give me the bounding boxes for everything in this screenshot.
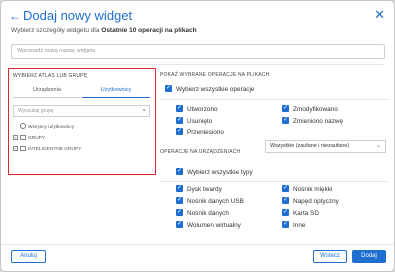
file-ops-heading: POKAŻ WYBRANE OPERACJE NA PLIKACH bbox=[160, 72, 270, 78]
operations-panel: POKAŻ WYBRANE OPERACJE NA PLIKACH ✓ Wybie… bbox=[160, 68, 388, 238]
type-virtual-checkbox[interactable]: ✓ Wolumen wirtualny bbox=[176, 221, 241, 230]
checkbox-checked-icon: ✓ bbox=[176, 128, 183, 135]
op-moved-checkbox[interactable]: ✓ Przeniesiono bbox=[176, 128, 224, 137]
tree-item-smart-groups[interactable]: + INTELIGENTNE GRUPY bbox=[13, 145, 81, 156]
select-all-types-checkbox[interactable]: ✓ Wybierz wszystkie typy bbox=[176, 168, 253, 177]
checkbox-checked-icon: ✓ bbox=[282, 209, 289, 216]
globe-icon bbox=[20, 123, 26, 130]
back-arrow-icon[interactable]: ← bbox=[9, 9, 21, 23]
checkbox-checked-icon: ✓ bbox=[176, 209, 183, 216]
close-icon[interactable]: ✕ bbox=[374, 7, 385, 22]
cancel-button[interactable]: Anuluj bbox=[11, 250, 46, 263]
tree-item-groups[interactable]: + GRUPY bbox=[13, 134, 81, 145]
checkbox-checked-icon: ✓ bbox=[282, 197, 289, 204]
device-trust-select[interactable]: Wszystkie (zaufane i niezaufane) ⌄ bbox=[265, 140, 386, 153]
tree-item-all-users[interactable]: Wszyscy użytkownicy bbox=[13, 123, 81, 134]
group-selector-heading: WYBIERZ ATLAS LUB GRUPĘ bbox=[13, 73, 88, 79]
type-other-checkbox[interactable]: ✓ Inne bbox=[282, 221, 305, 230]
divider bbox=[160, 181, 388, 182]
folder-icon bbox=[20, 145, 26, 151]
dialog-subtitle: Wybierz szczegóły widgetu dla Ostatnie 1… bbox=[11, 27, 197, 34]
checkbox-checked-icon: ✓ bbox=[176, 197, 183, 204]
checkbox-checked-icon: ✓ bbox=[282, 117, 289, 124]
op-created-checkbox[interactable]: ✓ Utworzono bbox=[176, 105, 218, 114]
folder-icon bbox=[20, 134, 26, 140]
divider bbox=[160, 99, 388, 100]
type-sd-checkbox[interactable]: ✓ Karta SD bbox=[282, 209, 319, 218]
checkbox-checked-icon: ✓ bbox=[282, 185, 289, 192]
op-renamed-checkbox[interactable]: ✓ Zmieniono nazwę bbox=[282, 117, 343, 126]
type-floppy-checkbox[interactable]: ✓ Nośnik miękki bbox=[282, 185, 332, 194]
checkbox-checked-icon: ✓ bbox=[176, 117, 183, 124]
back-button[interactable]: Wstecz bbox=[313, 250, 347, 263]
op-deleted-checkbox[interactable]: ✓ Usunięto bbox=[176, 117, 212, 126]
select-all-ops-checkbox[interactable]: ✓ Wybierz wszystkie operacje bbox=[165, 85, 254, 94]
checkbox-checked-icon: ✓ bbox=[282, 105, 289, 112]
tab-users[interactable]: Użytkownicy bbox=[82, 84, 150, 98]
dialog-title: Dodaj nowy widget bbox=[23, 8, 133, 23]
device-ops-heading: OPERACJE NA URZĄDZENIACH bbox=[160, 149, 241, 155]
checkbox-checked-icon: ✓ bbox=[176, 221, 183, 228]
type-optical-checkbox[interactable]: ✓ Napęd optyczny bbox=[282, 197, 339, 206]
checkbox-checked-icon: ✓ bbox=[176, 168, 183, 175]
checkbox-checked-icon: ✓ bbox=[282, 221, 289, 228]
expand-icon[interactable]: + bbox=[13, 145, 18, 151]
footer-divider bbox=[1, 244, 394, 245]
op-modified-checkbox[interactable]: ✓ Zmodyfikowano bbox=[282, 105, 338, 114]
tab-devices[interactable]: Urządzenia bbox=[13, 84, 81, 98]
tab-bar: Urządzenia Użytkownicy bbox=[13, 84, 150, 98]
add-widget-dialog: ← Dodaj nowy widget ✕ Wybierz szczegóły … bbox=[1, 1, 394, 271]
expand-icon[interactable]: + bbox=[13, 134, 18, 140]
checkbox-checked-icon: ✓ bbox=[165, 85, 172, 92]
type-usb-checkbox[interactable]: ✓ Nośnik danych USB bbox=[176, 197, 244, 206]
group-search-input[interactable]: Wyszukaj grupę ⌕ bbox=[13, 105, 150, 117]
type-hdd-checkbox[interactable]: ✓ Dysk twardy bbox=[176, 185, 222, 194]
group-tree: Wszyscy użytkownicy + GRUPY + INTELIGENTNE… bbox=[13, 123, 81, 156]
divider bbox=[11, 64, 384, 65]
widget-name-input[interactable]: Wprowadź nową nazwę widgetu bbox=[11, 44, 385, 59]
group-selector-panel: WYBIERZ ATLAS LUB GRUPĘ Urządzenia Użytk… bbox=[8, 68, 156, 175]
checkbox-checked-icon: ✓ bbox=[176, 105, 183, 112]
checkbox-checked-icon: ✓ bbox=[176, 185, 183, 192]
type-storage-checkbox[interactable]: ✓ Nośnik danych bbox=[176, 209, 229, 218]
add-button[interactable]: Dodaj bbox=[352, 250, 386, 263]
search-icon: ⌕ bbox=[142, 107, 146, 114]
chevron-down-icon: ⌄ bbox=[375, 143, 381, 149]
